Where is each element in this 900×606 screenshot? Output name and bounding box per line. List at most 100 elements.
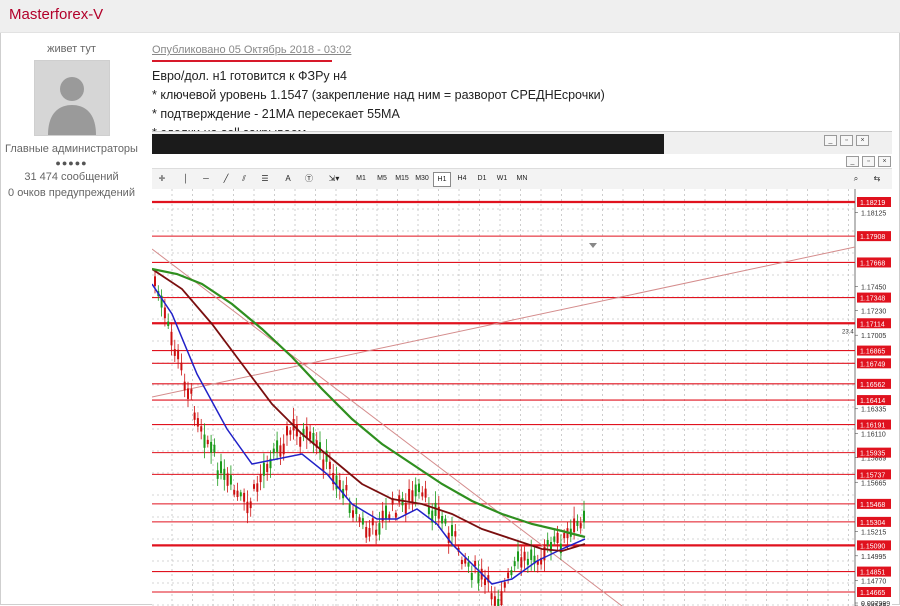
chart-restore-icon[interactable]: ▫ bbox=[862, 156, 875, 167]
candle-body bbox=[467, 562, 470, 567]
text-label-icon[interactable]: Ⓣ bbox=[302, 172, 316, 185]
terminal-title-bar: _ ▫ × bbox=[152, 132, 892, 154]
timeframe-mn[interactable]: MN bbox=[513, 172, 531, 185]
candle-body bbox=[361, 518, 364, 525]
candle-body bbox=[421, 492, 424, 497]
candle-body bbox=[418, 483, 420, 493]
warning-points: 0 очков предупреждений bbox=[8, 187, 135, 199]
timeframe-m30[interactable]: M30 bbox=[413, 172, 431, 185]
candle-body bbox=[243, 492, 246, 502]
author-name[interactable]: Masterforex-V bbox=[9, 6, 103, 23]
chart-background bbox=[152, 189, 892, 606]
post-date-link[interactable]: Опубликовано 05 Октябрь 2018 - 03:02 bbox=[152, 44, 351, 56]
avatar[interactable] bbox=[33, 60, 110, 136]
candle-body bbox=[216, 470, 219, 479]
level-label: 1.14665 bbox=[860, 590, 885, 597]
price-scale-label: 1.18125 bbox=[861, 210, 886, 217]
candle-body bbox=[526, 558, 529, 565]
price-chart[interactable]: 1.18125 1.17450 1.17230 1.17005 1.16335 1.161… bbox=[152, 189, 892, 606]
candle-body bbox=[282, 443, 285, 455]
message-count: 31 474 сообщений bbox=[24, 171, 119, 183]
candle-body bbox=[500, 591, 503, 606]
candle-body bbox=[464, 558, 467, 564]
candle-body bbox=[196, 418, 199, 427]
candle-body bbox=[262, 462, 265, 476]
crosshair-icon[interactable]: ✛ bbox=[156, 172, 168, 185]
price-scale-label: 1.14770 bbox=[861, 578, 886, 585]
candle-body bbox=[371, 518, 374, 526]
candle-body bbox=[375, 529, 378, 536]
candle-body bbox=[348, 504, 351, 513]
level-label: 1.16191 bbox=[860, 423, 885, 430]
price-scale-label: 1.17230 bbox=[861, 309, 886, 316]
candle-body bbox=[170, 331, 173, 346]
level-label: 1.18219 bbox=[860, 200, 885, 207]
candle-body bbox=[253, 484, 255, 489]
candle-body bbox=[233, 490, 236, 495]
candle-body bbox=[530, 549, 533, 561]
candle-body bbox=[305, 426, 308, 438]
text-tool[interactable]: A bbox=[282, 172, 294, 185]
candle-body bbox=[520, 557, 523, 568]
candle-body bbox=[345, 484, 348, 491]
candle-body bbox=[454, 531, 457, 537]
post-line-1: Евро/дол. н1 готовится к ФЗРу н4 bbox=[152, 69, 348, 83]
candle-body bbox=[154, 276, 156, 286]
candle-body bbox=[210, 441, 213, 453]
candle-body bbox=[404, 502, 407, 514]
candle-body bbox=[408, 488, 411, 501]
timeframe-m5[interactable]: M5 bbox=[373, 172, 391, 185]
timeframe-w1[interactable]: W1 bbox=[493, 172, 511, 185]
trendline-icon[interactable]: ╱ bbox=[220, 172, 232, 185]
level-label: 1.17348 bbox=[860, 296, 885, 303]
chart-minimize-icon[interactable]: _ bbox=[846, 156, 859, 167]
price-scale-label: 1.17450 bbox=[861, 284, 886, 291]
market-watch-icon[interactable]: ⇆ bbox=[868, 172, 886, 185]
candle-body bbox=[279, 445, 282, 457]
candle-body bbox=[193, 412, 196, 420]
candle-body bbox=[573, 518, 576, 533]
level-label: 1.17908 bbox=[860, 234, 885, 241]
candle-body bbox=[365, 527, 368, 538]
candle-body bbox=[414, 484, 417, 497]
candle-body bbox=[309, 431, 312, 440]
level-label: 1.15737 bbox=[860, 472, 885, 479]
fibonacci-icon[interactable]: ☰ bbox=[258, 172, 272, 185]
member-group: Главные администраторы bbox=[5, 143, 138, 155]
post-body: Опубликовано 05 Октябрь 2018 - 03:02 Евр… bbox=[152, 40, 892, 143]
candle-body bbox=[503, 582, 506, 588]
arrows-dropdown-icon[interactable]: ⇲▾ bbox=[324, 172, 344, 185]
chart-close-icon[interactable]: × bbox=[878, 156, 891, 167]
timeframe-m15[interactable]: M15 bbox=[393, 172, 411, 185]
candle-body bbox=[200, 426, 203, 432]
candle-body bbox=[358, 517, 361, 522]
restore-icon[interactable]: ▫ bbox=[840, 135, 853, 146]
post-header: Masterforex-V bbox=[0, 0, 900, 33]
candle-body bbox=[183, 381, 186, 391]
rank-stars: ●●●●● bbox=[55, 158, 88, 168]
timeframe-m1[interactable]: M1 bbox=[352, 172, 370, 185]
candle-body bbox=[388, 514, 391, 519]
candle-body bbox=[246, 501, 249, 514]
price-scale-label: 1.14995 bbox=[861, 554, 886, 561]
level-label: 1.17114 bbox=[860, 321, 885, 328]
horizontal-line-icon[interactable]: ─ bbox=[200, 172, 212, 185]
candle-body bbox=[484, 578, 486, 586]
timeframe-d1[interactable]: D1 bbox=[473, 172, 491, 185]
default-avatar-icon bbox=[34, 61, 109, 135]
close-icon[interactable]: × bbox=[856, 135, 869, 146]
candle-body bbox=[223, 468, 226, 480]
minimize-icon[interactable]: _ bbox=[824, 135, 837, 146]
level-label: 1.16865 bbox=[860, 349, 885, 356]
level-label: 1.17668 bbox=[860, 260, 885, 267]
vertical-line-icon[interactable]: │ bbox=[180, 172, 192, 185]
timeframe-h1[interactable]: H1 bbox=[433, 172, 451, 187]
candle-body bbox=[477, 571, 480, 584]
candle-body bbox=[187, 388, 189, 399]
candle-body bbox=[451, 524, 453, 537]
timeframe-h4[interactable]: H4 bbox=[453, 172, 471, 185]
candle-body bbox=[259, 473, 262, 483]
candle-body bbox=[229, 475, 232, 485]
search-icon[interactable]: ⌕ bbox=[850, 172, 862, 185]
channel-icon[interactable]: ⫽ bbox=[238, 172, 250, 185]
